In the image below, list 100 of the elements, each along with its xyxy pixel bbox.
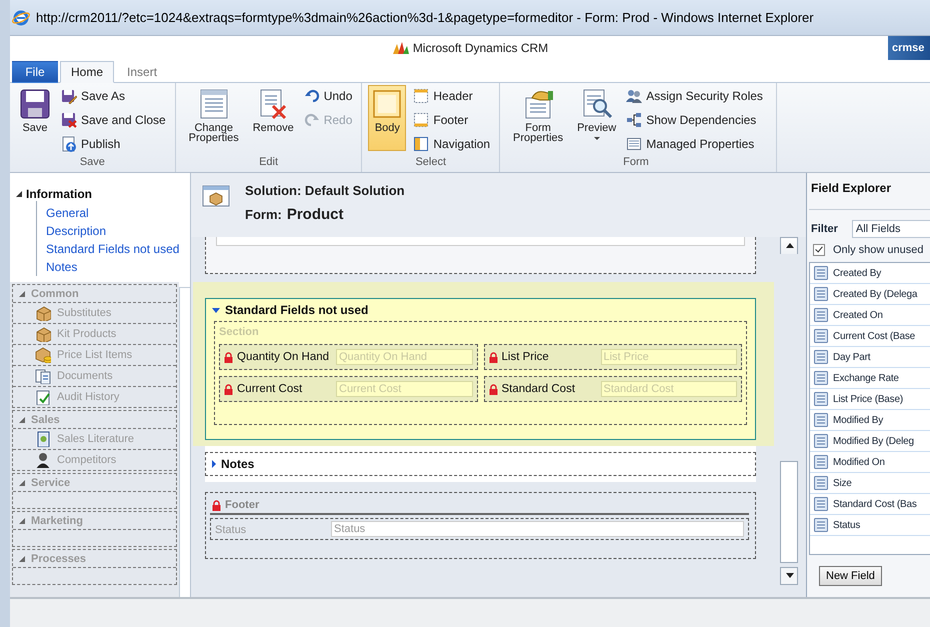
scrollbar-track[interactable]	[179, 287, 190, 597]
nav-group-heading: Sales	[31, 414, 60, 426]
magnifier-document-icon	[580, 88, 613, 120]
ribbon-button[interactable]: Body	[368, 85, 406, 151]
documents-icon	[35, 368, 51, 384]
group-label: Edit	[258, 156, 280, 170]
checkbox[interactable]	[813, 244, 825, 256]
sidebar-frame-icon	[413, 136, 430, 152]
field-label: Standard Cost	[502, 383, 576, 395]
hierarchy-icon	[626, 112, 642, 128]
ribbon-tab[interactable]: Insert	[116, 61, 168, 83]
panel-icon	[371, 88, 404, 120]
clipboard-check-icon	[35, 389, 51, 405]
nav-group-heading: Processes	[31, 552, 86, 564]
field-list-item[interactable]: Modified On	[810, 452, 930, 473]
list-document-icon	[813, 454, 829, 470]
product-name: Microsoft Dynamics CRM	[412, 41, 548, 55]
form-document-icon	[198, 88, 230, 120]
field-label: List Price	[502, 351, 549, 363]
package-icon	[35, 326, 51, 342]
ribbon-button[interactable]: Assign Security Roles	[623, 85, 766, 107]
field-list-item[interactable]: Size	[810, 473, 930, 494]
list-document-icon	[813, 307, 829, 323]
ribbon-button[interactable]: Change Properties	[182, 85, 246, 146]
ribbon-button[interactable]: Footer	[410, 109, 494, 131]
nav-link[interactable]: Description	[46, 224, 106, 238]
dashed-frame-icon	[413, 88, 430, 104]
person-silhouette-icon	[35, 452, 51, 468]
undo-arrow-icon	[304, 88, 320, 104]
ribbon-button[interactable]: Navigation	[410, 133, 494, 155]
input-field[interactable]: Status	[331, 521, 744, 537]
group-label: Select	[414, 156, 448, 170]
ribbon-button[interactable]: Show Dependencies	[623, 109, 766, 131]
tab-title: Notes	[221, 457, 254, 471]
dashed-frame-icon	[413, 112, 430, 128]
field-list-item[interactable]: Exchange Rate	[810, 368, 930, 389]
field-list-item[interactable]: Created On	[810, 305, 930, 326]
form-tab[interactable]: Notes	[205, 452, 756, 476]
filter-label: Filter	[811, 223, 838, 235]
nav-group-heading: Marketing	[31, 514, 83, 526]
field-list-item[interactable]: Created By	[810, 263, 930, 284]
ribbon-tab[interactable]: Home	[60, 61, 114, 83]
list-document-icon	[626, 136, 642, 152]
scroll-thumb[interactable]	[780, 461, 798, 563]
expand-triangle-icon[interactable]	[16, 191, 22, 197]
scroll-down-button[interactable]	[780, 567, 798, 585]
ribbon-button[interactable]: Save As	[58, 85, 169, 107]
redo-arrow-icon	[304, 112, 320, 128]
solution-title: Solution: Default Solution	[245, 183, 405, 198]
field-list-item[interactable]: Modified By	[810, 410, 930, 431]
list-document-icon	[813, 496, 829, 512]
footer-title: Footer	[225, 499, 260, 511]
list-document-icon	[813, 475, 829, 491]
field-list-item[interactable]: Created By (Delega	[810, 284, 930, 305]
expand-triangle-icon[interactable]	[212, 460, 216, 468]
list-document-icon	[813, 349, 829, 365]
user-name[interactable]: crmse	[888, 36, 930, 60]
package-coins-icon	[35, 347, 51, 363]
window-title: http://crm2011/?etc=1024&extraqs=formtype%3dmain%26action%3d-1&pagetype=formeditor - Form: Prod - Windows Internet Explorer	[36, 10, 814, 25]
ribbon-button[interactable]: Save	[16, 85, 54, 136]
field-label: Quantity On Hand	[237, 351, 330, 363]
form-name: Product	[286, 206, 344, 223]
tab-title: Standard Fields not used	[225, 303, 368, 317]
nav-link[interactable]: Notes	[46, 260, 78, 274]
ribbon-button[interactable]: Preview	[574, 85, 620, 143]
field-list-item[interactable]: Status	[810, 515, 930, 536]
field-list-item[interactable]: List Price (Base)	[810, 389, 930, 410]
expand-triangle-icon[interactable]	[212, 308, 220, 312]
group-label: Save	[78, 156, 106, 170]
field-list-item[interactable]: Standard Cost (Bas	[810, 494, 930, 515]
list-document-icon	[813, 433, 829, 449]
list-document-icon	[813, 328, 829, 344]
ribbon-button[interactable]: Managed Properties	[623, 133, 766, 155]
scroll-up-button[interactable]	[780, 237, 798, 254]
group-label: Form	[622, 156, 650, 170]
ribbon-button[interactable]: Publish	[58, 133, 169, 155]
field-list-item[interactable]: Current Cost (Base	[810, 326, 930, 347]
ribbon-button[interactable]: Save and Close	[58, 109, 169, 131]
ribbon-button[interactable]: Undo	[300, 85, 356, 107]
field-list-item[interactable]: Modified By (Deleg	[810, 431, 930, 452]
list-document-icon	[813, 517, 829, 533]
field-list-item[interactable]: Day Part	[810, 347, 930, 368]
nav-link[interactable]: Standard Fields not used	[46, 242, 180, 256]
ribbon-button[interactable]: Form Properties	[506, 85, 570, 146]
list-document-icon	[813, 391, 829, 407]
nav-link[interactable]: General	[46, 206, 89, 220]
ribbon-button[interactable]: Remove	[250, 85, 297, 136]
file-menu-button[interactable]: File	[12, 61, 58, 83]
package-icon	[35, 305, 51, 321]
floppy-cross-icon	[61, 112, 77, 128]
ribbon-button[interactable]: Header	[410, 85, 494, 107]
list-document-icon	[813, 265, 829, 281]
logo-icon	[392, 41, 410, 55]
nav-heading: Information	[26, 187, 92, 201]
panel-title: Field Explorer	[809, 173, 930, 210]
document-icon	[35, 431, 51, 447]
filter-dropdown[interactable]: All Fields	[852, 220, 930, 238]
list-document-icon	[813, 286, 829, 302]
new-field-button[interactable]: New Field	[819, 566, 882, 586]
nav-group-heading: Service	[31, 476, 70, 488]
